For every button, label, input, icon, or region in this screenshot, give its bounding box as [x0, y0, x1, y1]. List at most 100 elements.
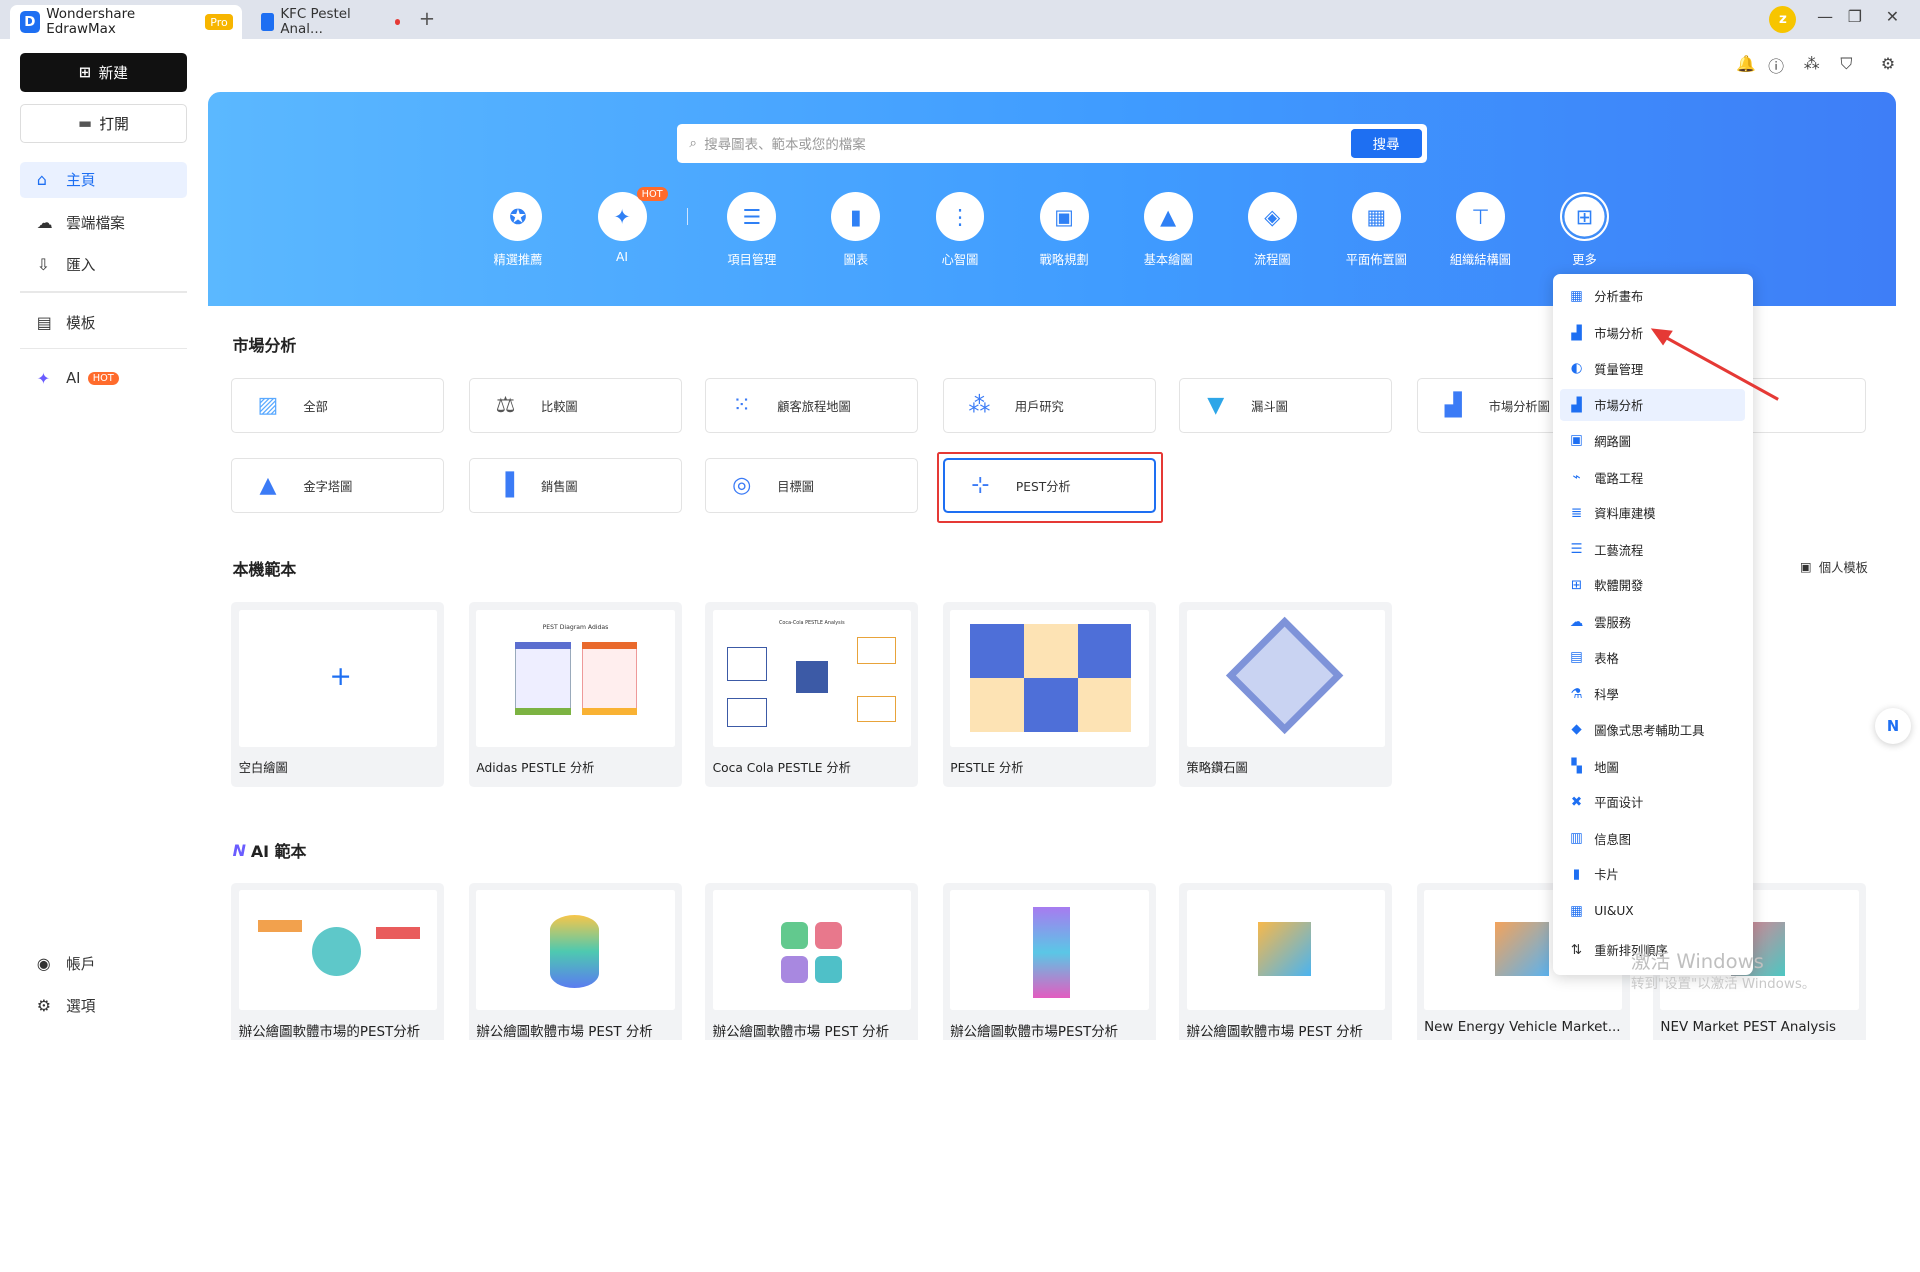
chip-pyramid[interactable]: ▲ 金字塔圖 — [231, 457, 445, 514]
ai-template-card[interactable]: 辦公繪圖軟體市場PEST分析 — [942, 882, 1156, 1040]
menu-item-cloud-service[interactable]: ☁ 雲服務 — [1560, 606, 1745, 638]
template-card-blank[interactable]: + 空白繪圖 — [231, 602, 445, 788]
search-input[interactable]: 搜尋圖表、範本或您的檔案 — [704, 133, 865, 153]
menu-item-infographic[interactable]: ▥ 信息图 — [1560, 823, 1745, 855]
chip-user-research[interactable]: ⁂ 用戶研究 — [942, 378, 1156, 434]
sidebar-item-account[interactable]: ◉ 帳戶 — [20, 945, 188, 982]
menu-item-card[interactable]: ▮ 卡片 — [1560, 858, 1745, 890]
sidebar-item-templates[interactable]: ▤ 模板 — [20, 304, 188, 341]
sidebar-item-import[interactable]: ⇩ 匯入 — [20, 246, 188, 283]
menu-item-visual-thinking[interactable]: ◆ 圖像式思考輔助工具 — [1560, 714, 1745, 746]
category-ai[interactable]: ✦ HOT AI — [573, 187, 671, 264]
design-icon: ✖ — [1570, 794, 1583, 810]
floorplan-icon: ▦ — [1351, 192, 1401, 242]
template-card-cocacola[interactable]: Coca-Cola PESTLE Analysis Coca Cola PEST… — [705, 602, 919, 788]
ai-template-card[interactable]: 辦公繪圖軟體市場 PEST 分析 — [1179, 882, 1393, 1040]
ai-template-card[interactable]: 辦公繪圖軟體市場 PEST 分析 — [468, 882, 683, 1040]
sidebar-item-label: 模板 — [66, 314, 96, 332]
chip-all[interactable]: ▨ 全部 — [231, 378, 445, 434]
close-icon[interactable]: ✕ — [1886, 7, 1899, 26]
template-card-label: New Energy Vehicle Market... — [1424, 1020, 1621, 1035]
category-flowchart[interactable]: ◈ 流程圖 — [1223, 192, 1321, 268]
menu-item-label: UI&UX — [1594, 904, 1634, 918]
cloud-icon: ☁ — [36, 213, 53, 233]
app-tab[interactable]: D Wondershare EdrawMax Pro — [9, 4, 243, 40]
new-tab-plus-icon[interactable]: + — [419, 7, 435, 30]
menu-item-map[interactable]: ▚ 地圖 — [1560, 751, 1745, 783]
category-strategy[interactable]: ▣ 戰略規劃 — [1015, 192, 1113, 268]
ai-templates-title-text: AI 範本 — [250, 841, 307, 861]
software-icon: ⊞ — [1570, 577, 1583, 593]
home-icon: ⌂ — [36, 170, 47, 190]
arrow-line — [1657, 331, 1779, 401]
category-recommend[interactable]: ✪ 精選推薦 — [469, 192, 567, 268]
category-org[interactable]: ⊤ 組織結構圖 — [1431, 192, 1529, 268]
user-avatar[interactable]: z — [1769, 6, 1797, 34]
menu-item-label: 軟體開發 — [1594, 579, 1644, 594]
menu-item-uiux[interactable]: ▦ UI&UX — [1560, 895, 1745, 927]
sidebar-item-home[interactable]: ⌂ 主頁 — [19, 161, 188, 199]
shirt-theme-icon[interactable]: ⛉ — [1840, 54, 1852, 74]
category-floorplan[interactable]: ▦ 平面佈置圖 — [1327, 192, 1425, 268]
chip-label: 顧客旅程地圖 — [777, 399, 851, 414]
template-thumbnail — [1186, 890, 1385, 1011]
restore-icon[interactable]: ❐ — [1848, 7, 1862, 26]
ai-logo-icon: N — [1886, 717, 1900, 735]
open-button-label: 打開 — [99, 116, 129, 134]
menu-item-table[interactable]: ▤ 表格 — [1560, 642, 1745, 674]
arrow-head — [1650, 328, 1673, 346]
category-basic[interactable]: ▲ 基本繪圖 — [1119, 192, 1217, 268]
menu-item-circuit[interactable]: ⌁ 電路工程 — [1560, 462, 1745, 494]
chip-label: 用戶研究 — [1014, 399, 1064, 414]
category-chart[interactable]: ▮ 圖表 — [807, 192, 905, 268]
new-button-label: 新建 — [98, 64, 128, 82]
help-icon[interactable]: ⓘ — [1768, 54, 1784, 77]
thumb-shape — [549, 914, 599, 989]
menu-item-analysis-canvas[interactable]: ▦ 分析畫布 — [1560, 280, 1745, 312]
sidebar-item-cloud[interactable]: ☁ 雲端檔案 — [20, 204, 188, 241]
ai-assistant-float-button[interactable]: N — [1874, 707, 1912, 745]
windows-activation-watermark-sub: 转到"设置"以激活 Windows。 — [1631, 977, 1816, 993]
template-card-pestle[interactable]: PESTLE 分析 — [942, 602, 1156, 788]
search-button[interactable]: 搜尋 — [1350, 128, 1422, 158]
template-card-adidas[interactable]: PEST Diagram Adidas Adidas PESTLE 分析 — [468, 602, 683, 788]
template-card-label: 辦公繪圖軟體市場的PEST分析 — [238, 1025, 421, 1040]
menu-item-process[interactable]: ☰ 工藝流程 — [1560, 534, 1745, 566]
personal-templates-link[interactable]: ▣ 個人模板 — [1800, 558, 1868, 576]
menu-item-database[interactable]: ≣ 資料庫建模 — [1560, 497, 1745, 529]
chip-label: 漏斗圖 — [1251, 399, 1288, 414]
ai-template-card[interactable]: 辦公繪圖軟體市場的PEST分析 — [231, 882, 445, 1040]
strategy-icon: ▣ — [1039, 192, 1089, 242]
category-mindmap[interactable]: ⋮ 心智圖 — [911, 192, 1009, 268]
chip-journey[interactable]: ⁙ 顧客旅程地圖 — [705, 378, 919, 434]
category-project[interactable]: ☰ 項目管理 — [703, 192, 801, 268]
sidebar-item-ai[interactable]: ✦ AI HOT — [20, 360, 188, 397]
menu-item-label: 信息图 — [1594, 832, 1631, 847]
minimize-icon[interactable]: — — [1817, 7, 1833, 26]
menu-item-graphic-design[interactable]: ✖ 平面设计 — [1560, 786, 1745, 818]
menu-item-network[interactable]: ▣ 網路圖 — [1560, 425, 1745, 457]
document-tab[interactable]: KFC Pestel Anal... — [251, 5, 410, 39]
template-thumbnail — [476, 890, 675, 1011]
sidebar-item-options[interactable]: ⚙ 選項 — [20, 987, 188, 1024]
chip-comparison[interactable]: ⚖ 比較圖 — [468, 378, 683, 434]
market-section-title: 市場分析 — [232, 336, 297, 356]
chip-funnel[interactable]: ▼ 漏斗圖 — [1179, 378, 1393, 434]
gear-icon[interactable]: ⚙ — [1881, 54, 1895, 73]
open-button[interactable]: ▬ 打開 — [19, 104, 188, 144]
search-box[interactable]: ⌕ 搜尋圖表、範本或您的檔案 搜尋 — [677, 123, 1427, 163]
thumb-header — [581, 641, 637, 649]
bar-chart-icon: ▟ — [1444, 393, 1462, 419]
template-card-label: 空白繪圖 — [238, 760, 288, 775]
apps-icon[interactable]: ⁂ — [1804, 54, 1820, 73]
chip-sales[interactable]: ▐ 銷售圖 — [468, 457, 683, 514]
category-more[interactable]: ⊞ 更多 — [1536, 192, 1634, 268]
template-thumbnail — [950, 609, 1149, 747]
menu-item-software[interactable]: ⊞ 軟體開發 — [1560, 569, 1745, 601]
chip-target[interactable]: ◎ 目標圖 — [705, 457, 919, 514]
new-button[interactable]: ⊞ 新建 — [19, 52, 188, 92]
menu-item-science[interactable]: ⚗ 科學 — [1560, 678, 1745, 710]
template-card-diamond[interactable]: 策略鑽石圖 — [1179, 602, 1393, 788]
bell-icon[interactable]: 🔔 — [1736, 54, 1756, 73]
ai-template-card[interactable]: 辦公繪圖軟體市場 PEST 分析 — [705, 882, 919, 1040]
